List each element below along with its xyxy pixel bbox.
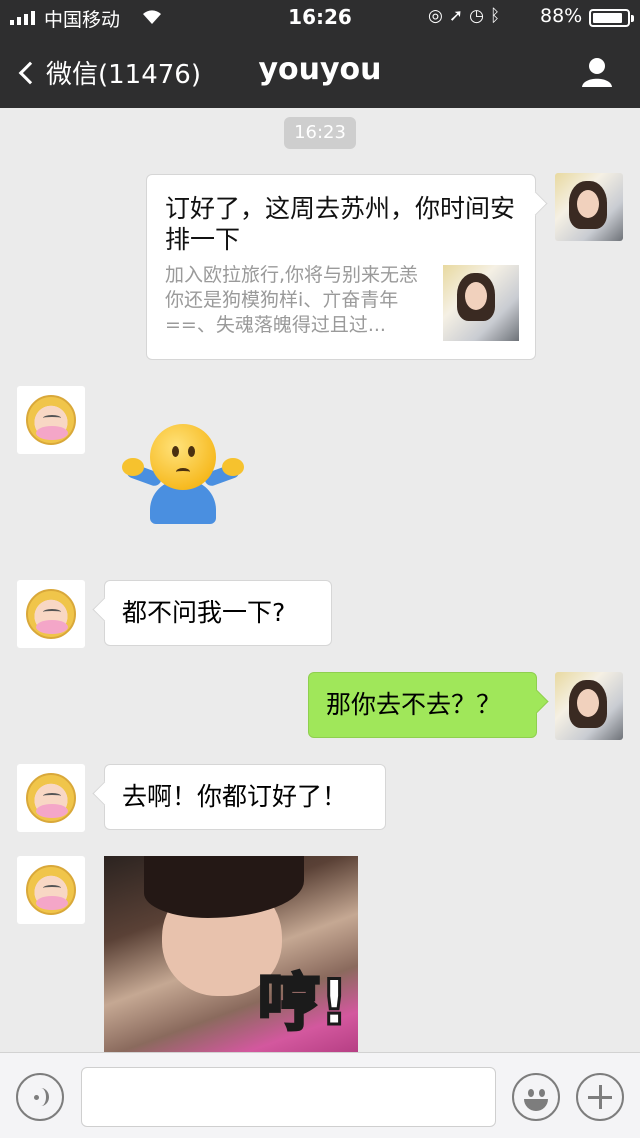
link-card-message[interactable]: 订好了，这周去苏州，你时间安排一下 加入欧拉旅行,你将与别来无恙你还是狗模狗样i… xyxy=(146,174,536,360)
link-card-description: 加入欧拉旅行,你将与别来无恙你还是狗模狗样i、亣奋青年==、失魂落魄得过且过..… xyxy=(165,264,419,336)
message-bubble[interactable]: 都不问我一下? xyxy=(104,580,332,646)
emoji-icon[interactable] xyxy=(512,1073,560,1121)
message-text: 那你去不去？？ xyxy=(326,690,502,719)
message-text: 都不问我一下? xyxy=(122,598,286,627)
battery-icon xyxy=(589,9,634,27)
orientation-lock-icon: ◎ xyxy=(428,6,449,26)
status-icons: ◎➚◷ᛒ xyxy=(428,6,506,26)
avatar-self[interactable] xyxy=(555,672,623,740)
avatar-friend[interactable] xyxy=(17,580,85,648)
message-bubble-self[interactable]: 那你去不去？？ xyxy=(308,672,537,738)
avatar-friend[interactable] xyxy=(17,764,85,832)
plus-icon[interactable] xyxy=(576,1073,624,1121)
chat-title: youyou xyxy=(258,52,382,87)
avatar-photo xyxy=(555,173,623,241)
meme-image[interactable]: 哼! xyxy=(104,856,358,1052)
message-bubble[interactable]: 去啊！你都订好了！ xyxy=(104,764,386,830)
meme-caption: 哼! xyxy=(256,965,349,1041)
input-bar xyxy=(0,1052,640,1138)
location-icon: ➚ xyxy=(448,6,470,26)
voice-icon[interactable] xyxy=(16,1073,64,1121)
avatar-friend[interactable] xyxy=(17,856,85,924)
link-card-title: 订好了，这周去苏州，你时间安排一下 xyxy=(165,194,516,254)
battery-percent: 88% xyxy=(540,5,583,27)
person-icon[interactable] xyxy=(580,56,614,88)
link-card-thumbnail xyxy=(443,265,519,341)
status-bar: 中国移动 16:26 ◎➚◷ᛒ 88% xyxy=(0,0,640,36)
bluetooth-icon: ᛒ xyxy=(489,6,507,26)
avatar-friend[interactable] xyxy=(17,386,85,454)
confused-face-icon xyxy=(150,424,216,490)
message-timestamp: 16:23 xyxy=(284,117,356,149)
shrug-emoji-sticker[interactable] xyxy=(104,404,254,554)
alarm-icon: ◷ xyxy=(469,6,490,26)
message-input[interactable] xyxy=(81,1067,496,1127)
message-text: 去啊！你都订好了！ xyxy=(122,782,348,811)
battery-fill xyxy=(593,13,623,23)
avatar-cartoon xyxy=(26,395,76,445)
avatar-self[interactable] xyxy=(555,173,623,241)
top-bar: 中国移动 16:26 ◎➚◷ᛒ 88% 微信(11476) youyou xyxy=(0,0,640,108)
